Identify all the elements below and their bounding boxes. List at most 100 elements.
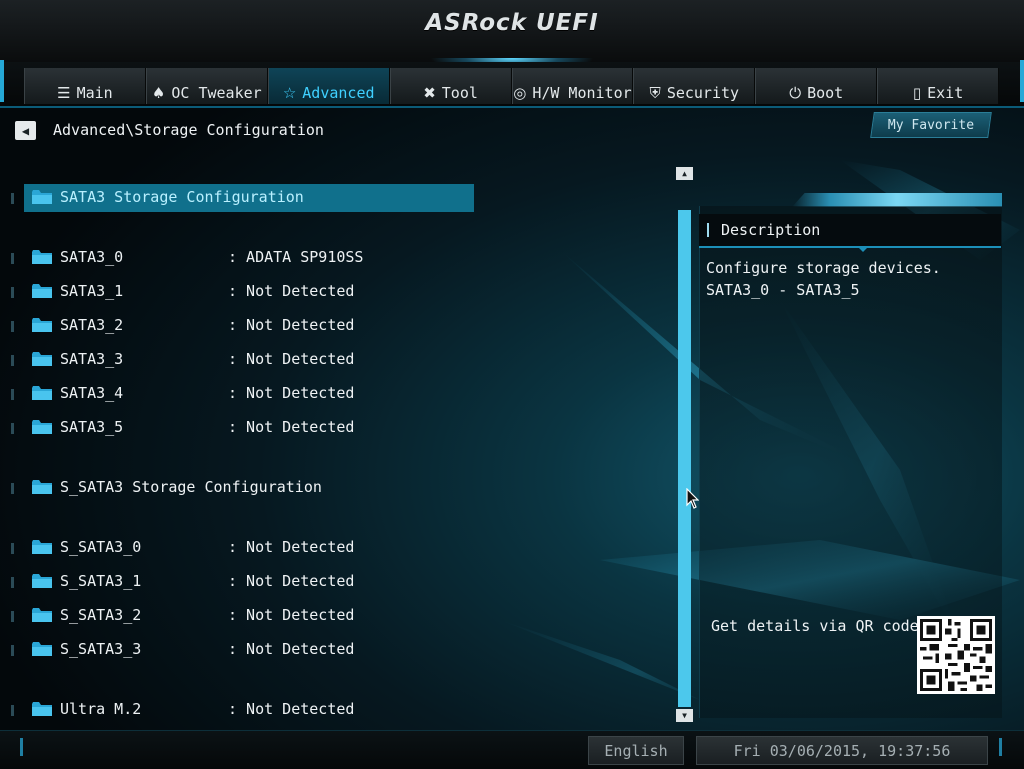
- storage-item-row[interactable]: SATA3_5 : Not Detected: [0, 414, 480, 440]
- storage-item-row[interactable]: SATA3 Storage Configuration: [0, 184, 480, 210]
- folder-icon: [31, 351, 53, 371]
- breadcrumb: Advanced\Storage Configuration: [53, 121, 324, 139]
- storage-item-label: SATA3_4: [60, 384, 124, 402]
- storage-item-label: SATA3_3: [60, 350, 124, 368]
- folder-icon: [31, 479, 53, 499]
- my-favorite-button[interactable]: My Favorite: [870, 112, 992, 138]
- folder-icon: [31, 573, 53, 593]
- storage-item-label: S_SATA3_3: [60, 640, 142, 658]
- shield-icon: ⛨: [649, 84, 661, 102]
- tools-icon: ✖: [423, 84, 436, 102]
- row-marker: [11, 355, 14, 366]
- tab-advanced[interactable]: ☆ Advanced: [267, 68, 390, 104]
- storage-item-row[interactable]: S_SATA3 Storage Configuration: [0, 474, 480, 500]
- datetime-display: Fri 03/06/2015, 19:37:56: [696, 736, 988, 765]
- storage-item-label: SATA3_1: [60, 282, 124, 300]
- scroll-thumb[interactable]: [678, 210, 691, 707]
- nav-edge-right: [1020, 60, 1024, 102]
- storage-item-row[interactable]: SATA3_2: Not Detected: [0, 312, 480, 338]
- storage-item-row[interactable]: SATA3_4 : Not Detected: [0, 380, 480, 406]
- back-button[interactable]: ◀: [15, 121, 36, 140]
- storage-item-value: : Not Detected: [228, 640, 355, 658]
- description-header: Description: [699, 214, 1001, 248]
- tab-boot[interactable]: ⏻ Boot: [755, 68, 878, 104]
- folder-icon: [31, 419, 53, 439]
- description-panel-accent: [792, 193, 1002, 207]
- storage-item-row[interactable]: Ultra M.2: Not Detected: [0, 696, 480, 722]
- tab-label: Advanced: [302, 84, 375, 102]
- tab-hw-monitor[interactable]: ◎ H/W Monitor: [511, 68, 634, 104]
- folder-icon: [31, 701, 53, 721]
- footer-edge-right: [999, 738, 1002, 756]
- storage-item-value: : Not Detected: [228, 384, 355, 402]
- scroll-up-button[interactable]: ▲: [676, 167, 693, 180]
- storage-item-label: S_SATA3_2: [60, 606, 142, 624]
- folder-icon: [31, 189, 53, 209]
- tab-exit[interactable]: ▯ Exit: [877, 68, 999, 104]
- tab-tool[interactable]: ✖ Tool: [389, 68, 512, 104]
- scroll-down-button[interactable]: ▼: [676, 709, 693, 722]
- storage-item-row[interactable]: SATA3_1: Not Detected: [0, 278, 480, 304]
- storage-item-label: SATA3 Storage Configuration: [60, 188, 304, 206]
- storage-item-row[interactable]: S_SATA3_2 : Not Detected: [0, 602, 480, 628]
- storage-item-value: : Not Detected: [228, 316, 355, 334]
- tab-label: H/W Monitor: [532, 84, 632, 102]
- list-icon: ☰: [57, 84, 71, 102]
- storage-item-row[interactable]: S_SATA3_0 : Not Detected: [0, 534, 480, 560]
- folder-icon: [31, 539, 53, 559]
- storage-item-value: : ADATA SP910SS: [228, 248, 364, 266]
- folder-icon: [31, 607, 53, 627]
- storage-item-value: : Not Detected: [228, 350, 355, 368]
- monitor-icon: ◎: [513, 84, 527, 102]
- rocket-icon: ♠: [151, 84, 166, 102]
- description-text: Configure storage devices. SATA3_0 - SAT…: [706, 257, 941, 301]
- storage-item-value: : Not Detected: [228, 418, 355, 436]
- storage-item-label: S_SATA3_1: [60, 572, 142, 590]
- storage-item-value: : Not Detected: [228, 606, 355, 624]
- tab-label: OC Tweaker: [171, 84, 262, 102]
- scrollbar[interactable]: ▲ ▼: [676, 167, 693, 722]
- row-marker: [11, 423, 14, 434]
- main-tabs: ☰ Main ♠ OC Tweaker ☆ Advanced ✖ Tool ◎ H/W M…: [24, 68, 999, 104]
- storage-item-value: : Not Detected: [228, 700, 355, 718]
- folder-icon: [31, 641, 53, 661]
- storage-item-label: S_SATA3 Storage Configuration: [60, 478, 322, 496]
- mouse-cursor-icon: [686, 488, 700, 509]
- tab-label: Main: [76, 84, 113, 102]
- language-label: English: [604, 741, 668, 760]
- star-icon: ☆: [282, 84, 297, 102]
- folder-icon: [31, 385, 53, 405]
- description-line-2: SATA3_0 - SATA3_5: [706, 281, 860, 299]
- description-title: Description: [721, 221, 821, 239]
- qr-code-icon: [917, 616, 995, 694]
- tab-main[interactable]: ☰ Main: [24, 68, 146, 104]
- tab-label: Tool: [441, 84, 478, 102]
- storage-item-label: SATA3_5: [60, 418, 124, 436]
- row-marker: [11, 321, 14, 332]
- nav-edge-left: [0, 60, 4, 102]
- description-line-1: Configure storage devices.: [706, 259, 941, 277]
- exit-icon: ▯: [912, 84, 922, 102]
- storage-item-row[interactable]: S_SATA3_3 : Not Detected: [0, 636, 480, 662]
- storage-item-row[interactable]: SATA3_0 : ADATA SP910SS: [0, 244, 480, 270]
- my-favorite-label: My Favorite: [887, 117, 975, 133]
- storage-item-value: : Not Detected: [228, 538, 355, 556]
- storage-item-row[interactable]: SATA3_3 : Not Detected: [0, 346, 480, 372]
- language-button[interactable]: English: [588, 736, 684, 765]
- brand-logo: ASRock UEFI: [425, 10, 599, 36]
- row-marker: [11, 287, 14, 298]
- folder-icon: [31, 249, 53, 269]
- storage-item-row[interactable]: S_SATA3_1: Not Detected: [0, 568, 480, 594]
- tab-security[interactable]: ⛨ Security: [633, 68, 756, 104]
- row-marker: [11, 253, 14, 264]
- storage-item-label: S_SATA3_0: [60, 538, 142, 556]
- datetime-label: Fri 03/06/2015, 19:37:56: [733, 741, 951, 760]
- footer-edge-left: [20, 738, 23, 756]
- row-marker: [11, 483, 14, 494]
- back-arrow-icon: ◀: [21, 123, 30, 138]
- storage-item-label: SATA3_0: [60, 248, 124, 266]
- description-caret-icon: [857, 246, 869, 252]
- description-marker: [707, 223, 709, 237]
- row-marker: [11, 645, 14, 656]
- tab-oc-tweaker[interactable]: ♠ OC Tweaker: [145, 68, 268, 104]
